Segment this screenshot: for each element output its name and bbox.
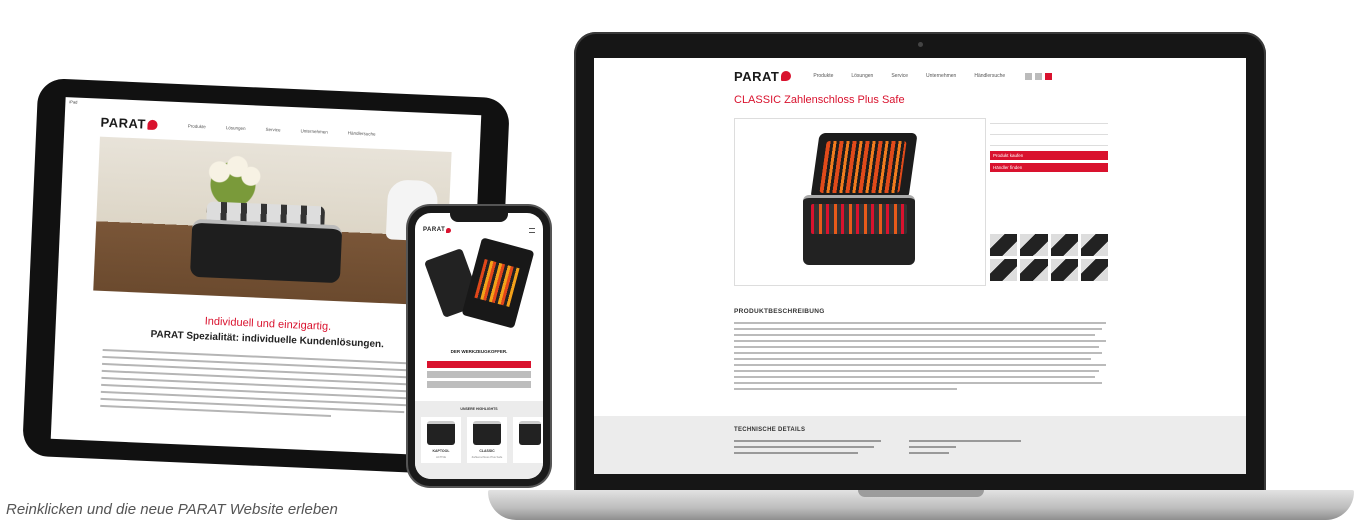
search-icon[interactable]: [1035, 72, 1043, 80]
nav-item-haendlersuche[interactable]: Händlersuche: [974, 73, 1005, 79]
product-sidebar: Produkt kaufen Händler finden: [990, 118, 1108, 172]
laptop-main-menu: Produkte Lösungen Service Unternehmen Hä…: [813, 73, 1005, 79]
option-field[interactable]: [990, 118, 1108, 124]
nav-item-service[interactable]: Service: [265, 127, 280, 133]
card-sub: ACTIVE: [435, 455, 447, 459]
logo-text: PARAT: [734, 68, 780, 84]
laptop-header: PARAT Produkte Lösungen Service Unterneh…: [734, 68, 1114, 84]
hamburger-menu-icon[interactable]: [529, 227, 535, 233]
caption-link[interactable]: Reinklicken und die neue PARAT Website e…: [6, 501, 338, 518]
description-heading: PRODUKTBESCHREIBUNG: [734, 308, 825, 315]
status-bar: iPad: [69, 99, 78, 105]
thumbnail[interactable]: [1080, 259, 1108, 281]
thumbnail[interactable]: [990, 259, 1018, 281]
product-thumbnail: [473, 421, 501, 445]
laptop-screen: PARAT Produkte Lösungen Service Unterneh…: [594, 58, 1246, 474]
nav-item-service[interactable]: Service: [891, 73, 908, 79]
body-text-lines: [100, 348, 433, 426]
laptop-device: PARAT Produkte Lösungen Service Unterneh…: [574, 32, 1266, 498]
nav-item-unternehmen[interactable]: Unternehmen: [300, 128, 327, 134]
card-label: CLASSIC: [479, 449, 495, 453]
logo-text: PARAT: [423, 227, 446, 233]
buy-product-button[interactable]: Produkt kaufen: [990, 151, 1108, 160]
find-dealer-button[interactable]: Händler finden: [990, 163, 1108, 172]
product-case-image: [797, 133, 925, 271]
logo-text: PARAT: [100, 114, 147, 132]
nav-item-produkte[interactable]: Produkte: [188, 123, 206, 129]
nav-item-unternehmen[interactable]: Unternehmen: [926, 73, 956, 79]
laptop-base-notch: [858, 490, 984, 497]
nav-item-loesungen[interactable]: Lösungen: [226, 125, 246, 131]
camera-icon: [918, 42, 923, 47]
highlight-card[interactable]: KAPTOOL ACTIVE: [421, 417, 461, 463]
parat-logo[interactable]: PARAT: [100, 114, 159, 132]
product-thumbnails: [990, 234, 1108, 281]
nav-item-haendlersuche[interactable]: Händlersuche: [348, 130, 376, 136]
thumbnail[interactable]: [1080, 234, 1108, 256]
tablet-main-menu: Produkte Lösungen Service Unternehmen Hä…: [188, 123, 376, 136]
highlight-card[interactable]: [513, 417, 543, 463]
parat-logo-mark-icon: [781, 71, 792, 81]
phone-device: PARAT DER WERKZEUGKOFFER. UNSERE HIGHLIG…: [408, 206, 550, 486]
flower-vase-shape: [196, 146, 270, 210]
thumbnail[interactable]: [1020, 259, 1048, 281]
highlights-title: UNSERE HIGHLIGHTS: [460, 407, 498, 411]
cart-icon[interactable]: [1045, 72, 1053, 80]
product-thumbnail: [519, 421, 541, 445]
highlights-section: UNSERE HIGHLIGHTS KAPTOOL ACTIVE CLASSIC…: [415, 401, 543, 479]
phone-primary-button[interactable]: [427, 361, 531, 368]
highlight-card[interactable]: CLASSIC Zahlenschloss Plus Safe: [467, 417, 507, 463]
technical-details-section: TECHNISCHE DETAILS: [594, 416, 1246, 474]
thumbnail[interactable]: [1050, 234, 1078, 256]
thumbnail[interactable]: [990, 234, 1018, 256]
case-tools-shape: [819, 141, 907, 193]
nav-item-produkte[interactable]: Produkte: [813, 73, 833, 79]
product-title: CLASSIC Zahlenschloss Plus Safe: [734, 94, 905, 106]
header-icons: [1025, 72, 1053, 80]
case-body-tools-shape: [811, 204, 907, 234]
phone-subtitle: DER WERKZEUGKOFFER.: [450, 349, 508, 354]
parat-logo-mark-icon: [446, 227, 452, 233]
description-text-lines: [734, 322, 1106, 394]
laptop-base: [488, 490, 1354, 520]
phone-secondary-button[interactable]: [427, 371, 531, 378]
product-thumbnail: [427, 421, 455, 445]
thumbnail[interactable]: [1020, 234, 1048, 256]
technical-details-heading: TECHNISCHE DETAILS: [734, 427, 806, 433]
tool-box-shape: [189, 218, 343, 284]
product-image-frame[interactable]: [734, 118, 986, 286]
phone-header: PARAT: [423, 227, 535, 233]
parat-logo-mark-icon: [147, 119, 159, 130]
phone-screen: PARAT DER WERKZEUGKOFFER. UNSERE HIGHLIG…: [415, 213, 543, 479]
option-field[interactable]: [990, 129, 1108, 135]
phone-notch: [450, 212, 508, 222]
thumbnail[interactable]: [1050, 259, 1078, 281]
parat-logo[interactable]: PARAT: [734, 68, 792, 84]
card-label: KAPTOOL: [432, 449, 450, 453]
phone-secondary-button[interactable]: [427, 381, 531, 388]
technical-details-lines: [734, 440, 1064, 454]
phone-hero-image: [423, 237, 535, 343]
card-sub: Zahlenschloss Plus Safe: [471, 455, 503, 459]
parat-logo[interactable]: PARAT: [423, 227, 452, 233]
user-icon[interactable]: [1025, 72, 1033, 80]
hero-image: [93, 136, 452, 306]
option-field[interactable]: [990, 140, 1108, 146]
nav-item-loesungen[interactable]: Lösungen: [851, 73, 873, 79]
case-body-shape: [803, 195, 915, 265]
